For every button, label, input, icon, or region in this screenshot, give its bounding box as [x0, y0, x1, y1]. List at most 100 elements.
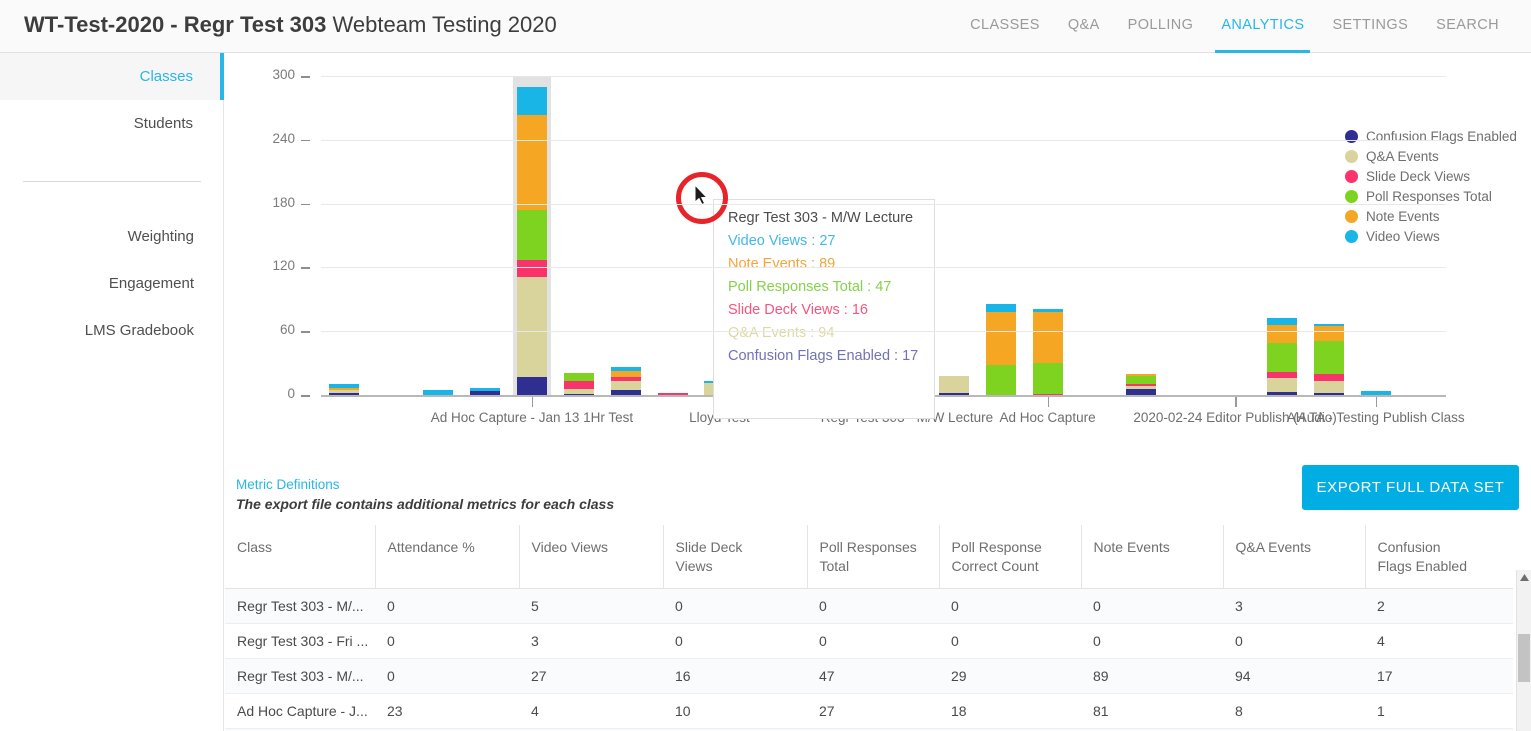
chart-bar[interactable] [516, 86, 547, 395]
chart-bar[interactable] [1313, 323, 1344, 395]
sidebar-divider [23, 181, 201, 182]
legend-color-swatch-icon [1345, 169, 1358, 183]
table-cell: 4 [1365, 623, 1513, 659]
sidebar-item-classes[interactable]: Classes [0, 53, 224, 100]
table-cell: 89 [1081, 658, 1223, 694]
chart-bar-segment [938, 375, 969, 393]
gridline-60 [321, 331, 1446, 333]
table-row[interactable]: Regr Test 303 - Fri ... 0 3 0 0 0 0 0 4 [225, 623, 1513, 659]
table-column-header[interactable]: Poll Responses Total [807, 525, 940, 589]
table-cell: 2 [1365, 588, 1513, 624]
chart-bar-segment [470, 387, 501, 391]
table-row[interactable]: Regr Test 303 - M/... 0 5 0 0 0 0 3 2 [225, 588, 1513, 624]
x-tick-mark [531, 397, 534, 407]
chart-bar-segment [329, 389, 360, 393]
chart-bar[interactable] [329, 384, 360, 395]
nav-tab-analytics[interactable]: ANALYTICS [1207, 0, 1318, 53]
table-row[interactable]: Regr Test 303 - M/... 0 27 16 47 29 89 94 17 [225, 658, 1513, 694]
table-column-header[interactable]: Class [225, 525, 376, 589]
legend-item[interactable]: Slide Deck Views [1345, 166, 1517, 186]
chart-bar[interactable] [470, 387, 501, 395]
table-cell: 29 [939, 658, 1081, 694]
tooltip-row-qa-events: Q&A Events : 94 [728, 325, 835, 341]
y-tick-label-120: 120 [272, 258, 295, 274]
y-tick-label-60: 60 [279, 322, 295, 338]
tooltip-row-confusion-flags-enabled: Confusion Flags Enabled : 17 [728, 348, 919, 364]
legend-item[interactable]: Video Views [1345, 226, 1517, 246]
tooltip-row-video-views: Video Views : 27 [728, 233, 836, 249]
table-column-header-line: Views [675, 558, 713, 574]
table-cell: 3 [1223, 588, 1365, 624]
table-row[interactable]: Ad Hoc Capture - J... 23 4 10 27 18 81 8 1 [225, 693, 1513, 729]
table-cell: 47 [807, 658, 939, 694]
table-cell: 0 [939, 623, 1081, 659]
chart-bar-segment [329, 384, 360, 388]
y-tick-label-300: 300 [272, 67, 295, 82]
table-cell: 0 [807, 623, 939, 659]
export-full-data-set-button[interactable]: EXPORT FULL DATA SET [1302, 465, 1519, 510]
nav-tab-qa[interactable]: Q&A [1054, 0, 1114, 53]
scroll-up-arrow-icon[interactable] [1517, 570, 1531, 585]
scrollbar-thumb[interactable] [1518, 634, 1530, 682]
legend-item[interactable]: Q&A Events [1345, 146, 1517, 166]
chart-bar-segment [610, 376, 641, 382]
sidebar-item-students[interactable]: Students [0, 100, 223, 147]
chart-bar[interactable] [1126, 373, 1157, 395]
y-tick-label-240: 240 [272, 130, 295, 146]
table-cell: 4 [519, 693, 663, 729]
legend-label: Q&A Events [1366, 148, 1439, 164]
page-title-regular: Webteam Testing 2020 [332, 12, 557, 37]
chart-bar-segment [516, 259, 547, 277]
chart-bar-segment [516, 276, 547, 377]
chart-bar[interactable] [1266, 318, 1297, 395]
metric-subtitle: The export file contains additional metr… [236, 496, 615, 512]
chart-bar[interactable] [938, 375, 969, 395]
nav-tab-search[interactable]: SEARCH [1422, 0, 1513, 53]
table-cell: Regr Test 303 - Fri ... [225, 623, 375, 659]
sidebar-item-lms-gradebook[interactable]: LMS Gradebook [0, 307, 224, 354]
table-cell: 0 [1081, 588, 1223, 624]
chart-bar[interactable] [610, 367, 641, 395]
legend-color-swatch-icon [1345, 209, 1358, 223]
table-column-header[interactable]: Video Views [519, 525, 664, 589]
sidebar-item-engagement[interactable]: Engagement [0, 260, 224, 307]
legend-item[interactable]: Note Events [1345, 206, 1517, 226]
table-cell: 0 [1081, 623, 1223, 659]
table-column-header[interactable]: Q&A Events [1223, 525, 1366, 589]
table-column-header[interactable]: Note Events [1081, 525, 1224, 589]
table-column-header[interactable]: Attendance % [375, 525, 520, 589]
chart-bar[interactable] [563, 372, 594, 395]
analytics-stacked-bar-chart: Ad Hoc Capture - Jan 13 1Hr TestLloyd Te… [225, 54, 1531, 444]
nav-tab-settings[interactable]: SETTINGS [1318, 0, 1422, 53]
table-cell: 27 [519, 658, 663, 694]
chart-bar-segment [985, 303, 1016, 313]
chart-bar-segment [563, 372, 594, 382]
class-metrics-table: Class Attendance % Video Views Slide Deck Vi… [225, 525, 1513, 731]
sidebar-item-weighting[interactable]: Weighting [0, 213, 224, 260]
y-tick-mark-300 [301, 76, 310, 78]
table-cell: 17 [1365, 658, 1513, 694]
table-column-header[interactable]: Confusion Flags Enabled [1365, 525, 1513, 589]
chart-bar[interactable] [985, 303, 1016, 395]
table-column-header[interactable]: Poll Response Correct Count [939, 525, 1082, 589]
nav-tab-polling[interactable]: POLLING [1114, 0, 1208, 53]
x-tick-label: Ad Hoc Capture [999, 410, 1096, 425]
table-vertical-scrollbar[interactable] [1516, 570, 1531, 731]
chart-bar-segment [1266, 324, 1297, 343]
table-column-header-line: Q&A Events [1235, 539, 1311, 555]
table-cell: Regr Test 303 - M/... [225, 588, 375, 624]
table-column-header-line: Attendance % [387, 539, 475, 555]
chart-bar-segment [1266, 342, 1297, 372]
left-sidebar: Classes Students Weighting Engagement LM… [0, 53, 224, 731]
chart-bar[interactable] [1032, 308, 1063, 395]
nav-tab-classes[interactable]: CLASSES [956, 0, 1054, 53]
y-tick-mark-120 [301, 267, 310, 269]
table-cell: 27 [807, 693, 939, 729]
table-column-header[interactable]: Slide Deck Views [663, 525, 808, 589]
chart-bar-segment [1126, 386, 1157, 389]
legend-item[interactable]: Confusion Flags Enabled [1345, 126, 1517, 146]
table-cell: 8 [1223, 693, 1365, 729]
table-cell: 16 [663, 658, 807, 694]
metric-definitions-link[interactable]: Metric Definitions [236, 477, 340, 492]
x-tick-mark [1047, 397, 1050, 407]
